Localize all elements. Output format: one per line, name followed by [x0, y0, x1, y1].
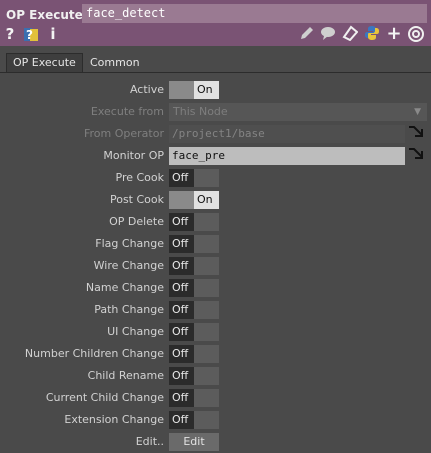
toggle-on-side — [194, 213, 219, 231]
param-post-cook: Post Cook On — [0, 190, 431, 210]
toggle-on-side — [194, 235, 219, 253]
param-edit: Edit.. Edit — [0, 432, 431, 452]
param-tabs: OP Execute Common — [0, 52, 431, 73]
tab-op-execute[interactable]: OP Execute — [6, 53, 83, 72]
toggle-on-side — [194, 169, 219, 187]
param-pre-cook: Pre Cook Off — [0, 168, 431, 188]
extension-change-toggle[interactable]: Off — [169, 411, 219, 429]
op-drop-arrow-icon[interactable] — [407, 125, 427, 143]
param-wire-change: Wire Change Off — [0, 256, 431, 276]
param-label: Number Children Change — [24, 347, 164, 360]
path-change-toggle[interactable]: Off — [169, 301, 219, 319]
param-label: Child Rename — [87, 369, 164, 382]
toggle-off-label: Off — [169, 257, 194, 275]
toggle-off-label: Off — [169, 389, 194, 407]
toggle-on-side — [194, 367, 219, 385]
post-cook-toggle[interactable]: On — [169, 191, 219, 209]
pre-cook-toggle[interactable]: Off — [169, 169, 219, 187]
toggle-off-side — [169, 191, 194, 209]
dropdown-value: This Node — [173, 105, 228, 118]
toggle-on-side — [194, 301, 219, 319]
param-label: Edit.. — [135, 435, 164, 448]
toggle-off-label: Off — [169, 411, 194, 429]
toggle-on-side — [194, 411, 219, 429]
param-label: Active — [129, 83, 164, 96]
param-execute-from: Execute from This Node ▼ — [0, 102, 431, 122]
param-op-delete: OP Delete Off — [0, 212, 431, 232]
execute-from-dropdown[interactable]: This Node ▼ — [169, 103, 427, 121]
toggle-on-side — [194, 279, 219, 297]
chevron-down-icon: ▼ — [414, 107, 421, 117]
param-label: Execute from — [90, 105, 164, 118]
info-icon[interactable]: i — [48, 25, 58, 43]
clone-icon[interactable] — [341, 25, 359, 43]
param-monitor-op: Monitor OP face_pre — [0, 146, 431, 166]
param-label: Flag Change — [95, 237, 164, 250]
param-current-child-change: Current Child Change Off — [0, 388, 431, 408]
param-path-change: Path Change Off — [0, 300, 431, 320]
param-number-children-change: Number Children Change Off — [0, 344, 431, 364]
target-icon[interactable] — [407, 25, 425, 43]
tab-common[interactable]: Common — [84, 54, 146, 72]
toggle-off-label: Off — [169, 213, 194, 231]
wire-change-toggle[interactable]: Off — [169, 257, 219, 275]
toggle-off-side — [169, 81, 194, 99]
toggle-off-label: Off — [169, 345, 194, 363]
op-drop-arrow-icon[interactable] — [407, 147, 427, 165]
add-icon[interactable]: + — [385, 25, 403, 43]
toggle-on-side — [194, 257, 219, 275]
child-rename-toggle[interactable]: Off — [169, 367, 219, 385]
help-icon[interactable]: ? — [4, 25, 16, 43]
toggle-on-side — [194, 323, 219, 341]
op-type-label: OP Execute — [6, 8, 83, 22]
param-label: Path Change — [94, 303, 164, 316]
param-name-change: Name Change Off — [0, 278, 431, 298]
op-header: OP Execute face_detect ? ? i + — [0, 0, 431, 46]
name-change-toggle[interactable]: Off — [169, 279, 219, 297]
toggle-off-label: Off — [169, 323, 194, 341]
toggle-on-side — [194, 389, 219, 407]
active-toggle[interactable]: On — [169, 81, 219, 99]
toggle-off-label: Off — [169, 279, 194, 297]
from-operator-field[interactable]: /project1/base — [169, 125, 405, 143]
param-label: Current Child Change — [45, 391, 164, 404]
flag-change-toggle[interactable]: Off — [169, 235, 219, 253]
toggle-on-side — [194, 345, 219, 363]
toggle-on-label: On — [194, 191, 219, 209]
python-icon[interactable] — [363, 25, 381, 43]
toggle-off-label: Off — [169, 169, 194, 187]
param-label: From Operator — [84, 127, 164, 140]
param-flag-change: Flag Change Off — [0, 234, 431, 254]
comment-icon[interactable] — [319, 25, 337, 43]
param-child-rename: Child Rename Off — [0, 366, 431, 386]
param-label: Post Cook — [109, 193, 164, 206]
param-ui-change: UI Change Off — [0, 322, 431, 342]
param-extension-change: Extension Change Off — [0, 410, 431, 430]
param-label: Wire Change — [93, 259, 164, 272]
svg-text:?: ? — [26, 28, 33, 42]
current-child-change-toggle[interactable]: Off — [169, 389, 219, 407]
op-delete-toggle[interactable]: Off — [169, 213, 219, 231]
param-label: OP Delete — [109, 215, 164, 228]
python-help-icon[interactable]: ? — [22, 25, 40, 43]
number-children-change-toggle[interactable]: Off — [169, 345, 219, 363]
monitor-op-field[interactable]: face_pre — [169, 147, 405, 165]
param-label: Monitor OP — [103, 149, 164, 162]
toggle-off-label: Off — [169, 235, 194, 253]
toggle-off-label: Off — [169, 367, 194, 385]
op-name-field[interactable]: face_detect — [82, 4, 427, 23]
pencil-icon[interactable] — [298, 25, 316, 43]
param-from-operator: From Operator /project1/base — [0, 124, 431, 144]
ui-change-toggle[interactable]: Off — [169, 323, 219, 341]
param-label: Pre Cook — [115, 171, 165, 184]
param-label: Extension Change — [64, 413, 164, 426]
param-active: Active On — [0, 80, 431, 100]
param-label: UI Change — [107, 325, 164, 338]
toggle-on-label: On — [194, 81, 219, 99]
toggle-off-label: Off — [169, 301, 194, 319]
param-label: Name Change — [85, 281, 164, 294]
edit-button[interactable]: Edit — [169, 433, 219, 451]
